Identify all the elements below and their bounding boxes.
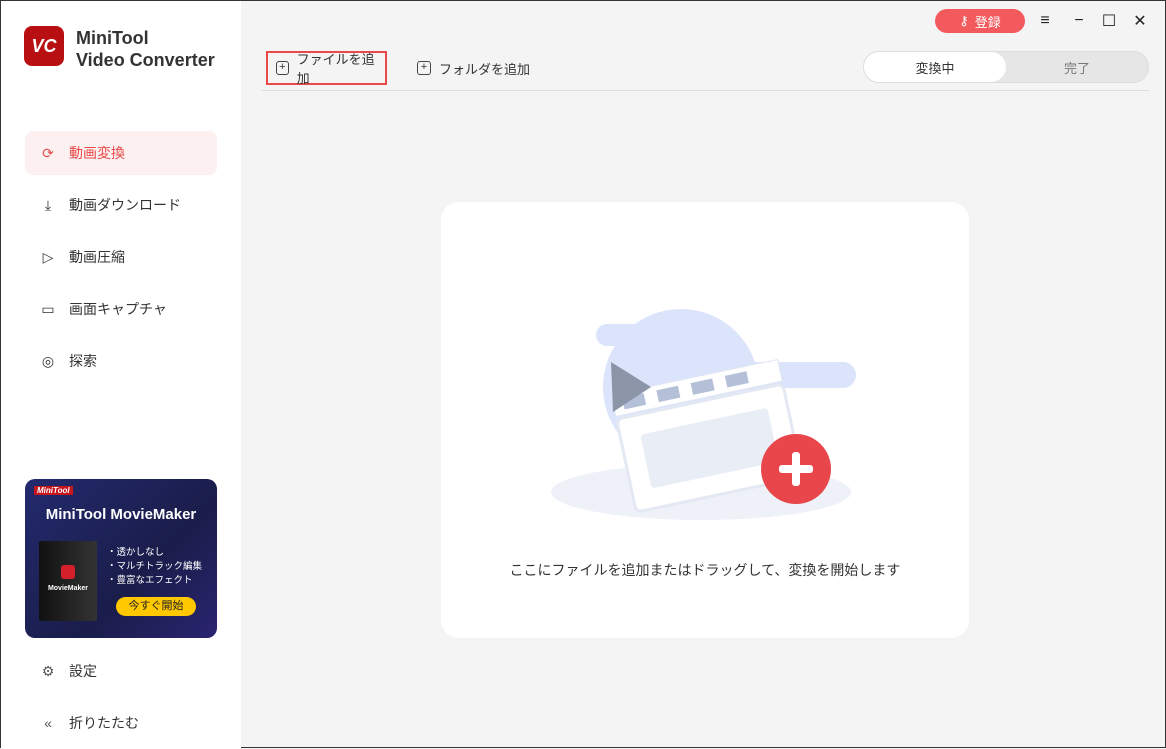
key-icon: ⚷ [959, 13, 969, 28]
tab-converting[interactable]: 変換中 [864, 52, 1006, 82]
promo-title: MiniTool MovieMaker [45, 506, 197, 523]
sidebar-item-compress[interactable]: ▷ 動画圧縮 [25, 235, 217, 279]
moviemaker-promo-banner[interactable]: MiniTool MiniTool MovieMaker MovieMaker … [25, 479, 217, 638]
settings-button[interactable]: ⚙ 設定 [25, 653, 217, 689]
maximize-icon[interactable]: ☐ [1098, 9, 1120, 33]
tab-done[interactable]: 完了 [1006, 52, 1148, 82]
clapperboard-add-illustration [551, 309, 856, 520]
close-icon[interactable]: ✕ [1129, 9, 1151, 33]
add-file-button[interactable]: + ファイルを追加 [266, 51, 387, 86]
product-box-image: MovieMaker [39, 541, 97, 621]
drop-zone-message: ここにファイルを追加またはドラッグして、変換を開始します [509, 562, 901, 578]
sidebar-item-capture[interactable]: ▭ 画面キャプチャ [25, 287, 217, 331]
sidebar-item-download[interactable]: ⤓ 動画ダウンロード [25, 183, 217, 227]
sidebar-item-explore[interactable]: ◎ 探索 [25, 339, 217, 383]
add-folder-button[interactable]: + フォルダを追加 [409, 51, 538, 85]
promo-start-button[interactable]: 今すぐ開始 [116, 597, 196, 616]
drop-zone[interactable]: ここにファイルを追加またはドラッグして、変換を開始します [441, 202, 969, 638]
promo-features: ・透かしなし ・マルチトラック編集 ・豊富なエフェクト [107, 547, 203, 586]
chevrons-left-icon: « [44, 715, 52, 731]
minitool-badge: MiniTool [34, 486, 73, 495]
convert-icon: ⟳ [42, 144, 54, 161]
minimize-icon[interactable]: − [1068, 9, 1090, 33]
status-tabs: 変換中 完了 [863, 51, 1149, 83]
camera-icon: ▭ [41, 300, 55, 317]
app-logo: VC [24, 26, 64, 66]
sidebar: VC MiniTool Video Converter ⟳ 動画変換 ⤓ 動画ダウンロ… [1, 1, 241, 749]
gear-icon: ⚙ [41, 662, 55, 679]
sidebar-item-convert[interactable]: ⟳ 動画変換 [25, 131, 217, 175]
register-button[interactable]: ⚷ 登録 [935, 9, 1025, 33]
compass-icon: ◎ [41, 352, 55, 369]
plus-square-icon: + [276, 61, 289, 75]
folder-plus-icon: + [417, 61, 431, 75]
collapse-button[interactable]: «折りたたむ [25, 705, 217, 741]
compress-icon: ▷ [42, 248, 54, 265]
menu-icon[interactable]: ≡ [1034, 9, 1056, 33]
download-icon: ⤓ [44, 196, 52, 213]
toolbar-divider [261, 90, 1149, 91]
app-name: MiniTool Video Converter [76, 28, 215, 70]
